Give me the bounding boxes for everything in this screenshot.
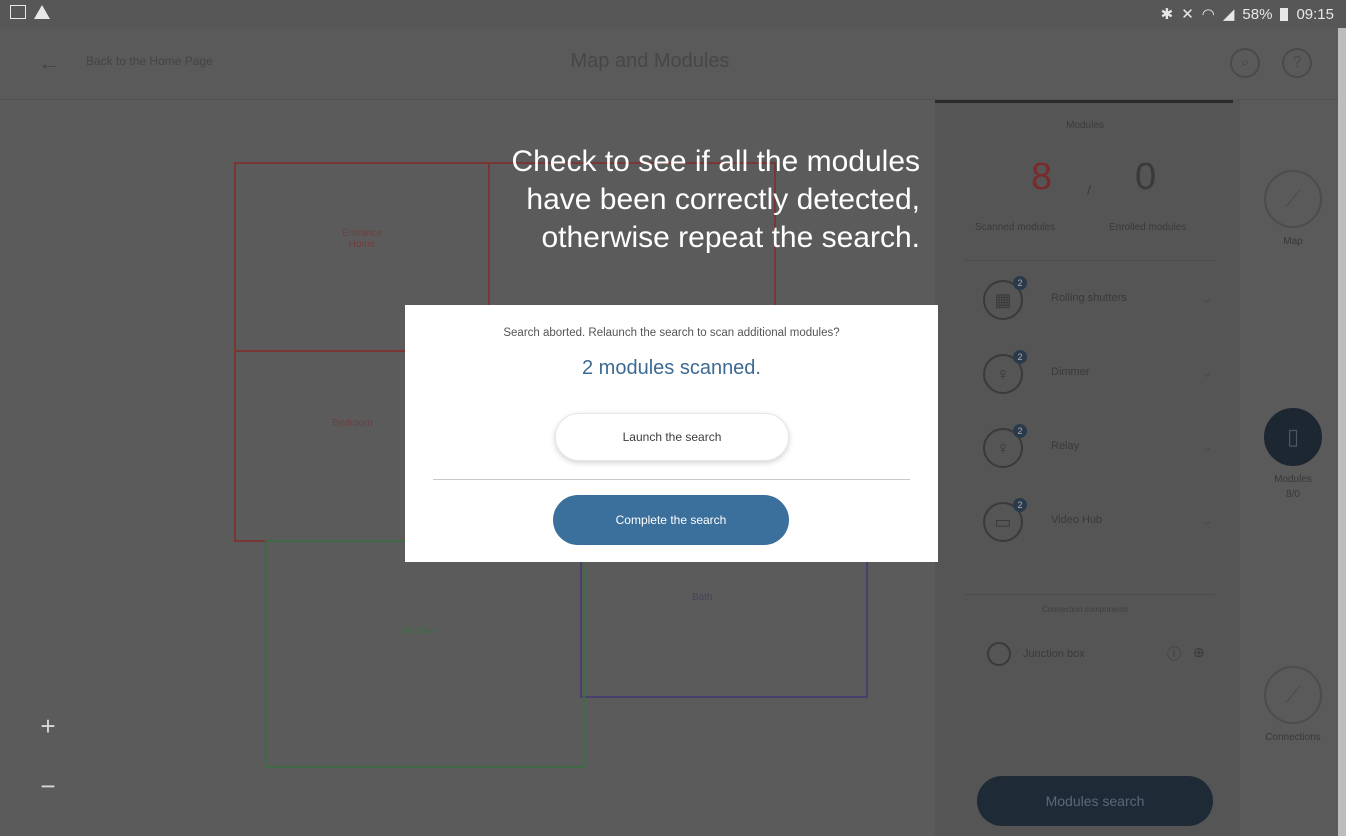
chevron-down-icon: ⌄	[1201, 290, 1213, 306]
complete-search-button[interactable]: Complete the search	[553, 495, 789, 545]
add-icon[interactable]: ⊕	[1193, 644, 1205, 661]
module-badge: 2	[1013, 498, 1027, 512]
module-badge: 2	[1013, 350, 1027, 364]
tablet-icon: ▯	[1264, 408, 1322, 466]
nav-label: Map	[1283, 236, 1303, 247]
status-bar: ✱ ✕ ◠ ◢ 58% 09:15	[0, 0, 1346, 28]
divider	[965, 594, 1215, 595]
zoom-in-button[interactable]: +	[30, 708, 66, 744]
nav-sublabel: 8/0	[1286, 489, 1300, 500]
junction-section-title: Connection components	[1041, 605, 1129, 614]
signal-icon: ◢	[1222, 6, 1235, 23]
map-icon: ⟋	[1264, 170, 1322, 228]
window-edge	[1338, 28, 1346, 836]
link-icon: ⟋	[1264, 666, 1322, 724]
module-badge: 2	[1013, 276, 1027, 290]
page-title: Map and Modules	[570, 50, 730, 72]
module-row-relay[interactable]: ♀ 2 Relay ⌄	[983, 424, 1213, 478]
bluetooth-icon: ✱	[1160, 6, 1174, 23]
launch-search-button[interactable]: Launch the search	[555, 413, 789, 461]
dialog-message: Search aborted. Relaunch the search to s…	[503, 327, 840, 339]
chevron-down-icon: ⌄	[1201, 512, 1213, 528]
room-label: Kitchen	[403, 626, 437, 637]
top-header: ← Back to the Home Page Map and Modules …	[0, 28, 1346, 100]
search-aborted-dialog: Search aborted. Relaunch the search to s…	[405, 305, 938, 562]
app-frame: ✱ ✕ ◠ ◢ 58% 09:15 ← Back to the Home Pag…	[0, 0, 1346, 836]
image-icon	[10, 5, 26, 19]
battery-icon	[1280, 7, 1289, 21]
side-navigation: ⟋ Map ▯ Modules 8/0 ⟋ Connections	[1240, 100, 1346, 836]
scanned-count: 8	[1031, 156, 1053, 198]
junction-box-icon	[987, 642, 1011, 666]
wifi-icon: ◠	[1201, 6, 1215, 23]
module-row-rolling-shutters[interactable]: ▦ 2 Rolling shutters ⌄	[983, 276, 1213, 330]
module-label: Relay	[1051, 440, 1080, 452]
nav-label: Modules	[1274, 474, 1312, 485]
scanned-label: Scanned modules	[975, 222, 1056, 233]
chevron-down-icon: ⌄	[1201, 364, 1213, 380]
room-label: Bedroom	[332, 418, 373, 429]
battery-percent: 58%	[1242, 5, 1273, 23]
modules-panel: Modules 8 / 0 Scanned modules Enrolled m…	[935, 100, 1240, 836]
search-icon[interactable]: ⌕	[1230, 48, 1260, 78]
help-icon[interactable]: ?	[1282, 48, 1312, 78]
panel-title: Modules	[1066, 120, 1104, 131]
enrolled-count: 0	[1135, 156, 1157, 198]
modules-search-button[interactable]: Modules search	[977, 776, 1213, 826]
room-bath[interactable]: Bath	[580, 540, 868, 698]
module-label: Dimmer	[1051, 366, 1090, 378]
panel-tab-indicator	[935, 100, 1233, 103]
module-label: Video Hub	[1051, 514, 1103, 526]
hint-line: otherwise repeat the search.	[541, 221, 920, 254]
dialog-divider	[433, 479, 910, 480]
divider	[965, 260, 1215, 261]
junction-label: Junction box	[1023, 648, 1085, 660]
mute-icon: ✕	[1181, 6, 1194, 23]
room-living[interactable]: Kitchen	[265, 540, 585, 768]
scanned-modules-count: 2 modules scanned.	[581, 357, 761, 379]
room-label: Bath	[692, 592, 713, 603]
warning-icon	[34, 5, 50, 19]
hint-line: have been correctly detected,	[526, 183, 920, 216]
nav-item-modules[interactable]: ▯ Modules 8/0	[1240, 408, 1346, 500]
module-row-video-hub[interactable]: ▭ 2 Video Hub ⌄	[983, 498, 1213, 552]
module-label: Rolling shutters	[1051, 292, 1127, 304]
nav-item-map[interactable]: ⟋ Map	[1240, 170, 1346, 247]
nav-item-connections[interactable]: ⟋ Connections	[1240, 666, 1346, 743]
tutorial-hint: Check to see if all the modules have bee…	[380, 143, 940, 257]
module-row-dimmer[interactable]: ♀ 2 Dimmer ⌄	[983, 350, 1213, 404]
info-icon[interactable]: ⓘ	[1167, 644, 1181, 664]
junction-box-row[interactable]: Junction box ⓘ ⊕	[987, 640, 1217, 670]
chevron-down-icon: ⌄	[1201, 438, 1213, 454]
hint-line: Check to see if all the modules	[511, 145, 920, 178]
zoom-out-button[interactable]: −	[30, 768, 66, 804]
nav-label: Connections	[1265, 732, 1321, 743]
module-badge: 2	[1013, 424, 1027, 438]
enrolled-label: Enrolled modules	[1109, 222, 1187, 233]
clock: 09:15	[1296, 5, 1334, 23]
count-separator: /	[1087, 182, 1091, 198]
